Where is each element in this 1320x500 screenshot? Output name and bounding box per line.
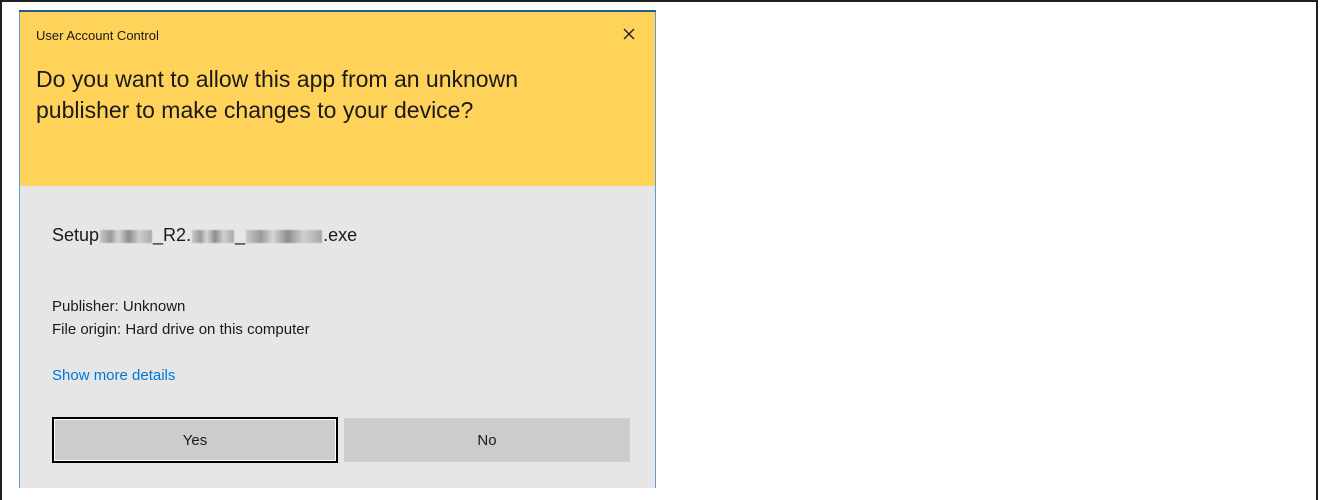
- redacted-text: [192, 229, 235, 243]
- file-name-part1: _R2.: [153, 225, 192, 245]
- file-name-suffix: .exe: [323, 225, 358, 245]
- no-button[interactable]: No: [344, 418, 630, 462]
- redacted-text: [100, 229, 153, 243]
- permission-question: Do you want to allow this app from an un…: [36, 66, 518, 123]
- file-name-part2: _: [235, 225, 246, 245]
- dialog-title: User Account Control: [36, 28, 159, 43]
- publisher-text: Publisher: Unknown: [52, 298, 186, 315]
- show-more-details-link[interactable]: Show more details: [52, 367, 175, 384]
- yes-button[interactable]: Yes: [52, 417, 338, 463]
- close-icon: [623, 28, 635, 40]
- redacted-text: [246, 229, 323, 243]
- file-origin-text: File origin: Hard drive on this computer: [52, 321, 310, 338]
- uac-dialog: User Account Control Do you want to allo…: [19, 12, 656, 488]
- file-metadata: Publisher: Unknown File origin: Hard dri…: [52, 295, 310, 341]
- file-name-prefix: Setup: [52, 225, 100, 245]
- close-button[interactable]: [617, 22, 641, 46]
- file-name: Setup _R2. _ .exe: [52, 225, 357, 246]
- dialog-header: User Account Control Do you want to allo…: [20, 12, 655, 186]
